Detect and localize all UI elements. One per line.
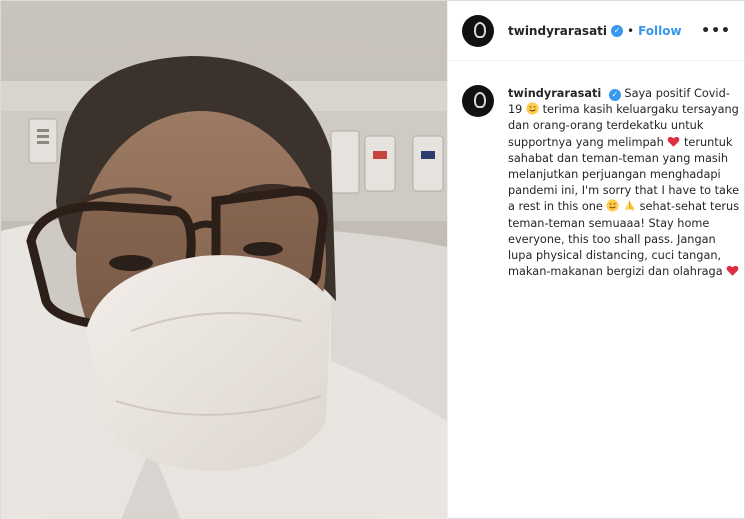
verified-badge-icon: ✓ — [608, 89, 621, 101]
instagram-post: twindyrarasati ✓ • Follow ••• twindyrara… — [0, 0, 745, 519]
verified-badge-icon: ✓ — [611, 24, 624, 37]
caption-username[interactable]: twindyrarasati — [508, 87, 601, 100]
red-heart-emoji — [668, 136, 680, 147]
caption-comment: twindyrarasati ✓ Saya positif Covid-19 t… — [462, 85, 742, 280]
separator-dot: • — [627, 23, 635, 38]
selfie-image — [1, 1, 447, 519]
more-options-icon[interactable]: ••• — [701, 23, 731, 39]
red-heart-emoji — [726, 266, 739, 277]
post-header: twindyrarasati ✓ • Follow ••• — [448, 1, 745, 61]
header-username[interactable]: twindyrarasati — [508, 24, 607, 38]
smiling-face-emoji — [606, 199, 620, 213]
caption-avatar[interactable] — [462, 85, 494, 117]
post-photo[interactable] — [1, 1, 447, 519]
avatar[interactable] — [462, 14, 494, 47]
post-sidebar: twindyrarasati ✓ • Follow ••• twindyrara… — [447, 1, 745, 519]
folded-hands-emoji — [625, 200, 635, 212]
smiling-face-emoji — [526, 102, 539, 115]
follow-button[interactable]: Follow — [638, 24, 682, 38]
caption-text: twindyrarasati ✓ Saya positif Covid-19 t… — [508, 86, 742, 280]
